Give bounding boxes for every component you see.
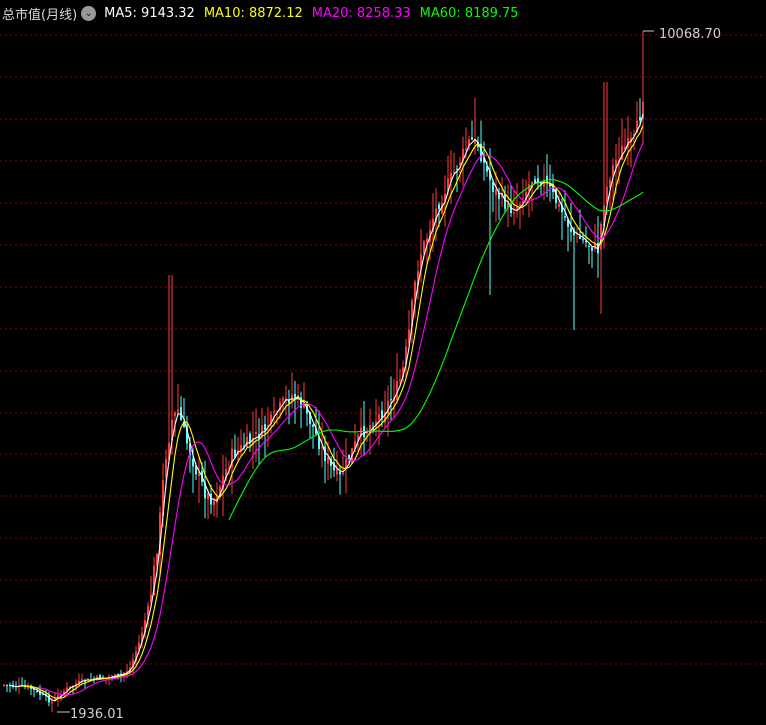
indicator-title: 总市值(月线) (2, 7, 78, 23)
candles[interactable] (3, 31, 644, 712)
up-candle-body (51, 701, 53, 704)
down-candle-body (438, 204, 440, 210)
up-candle-body (174, 412, 176, 416)
down-candle-body (192, 459, 194, 467)
moving-average-lines (9, 114, 644, 702)
up-candle-body (291, 394, 293, 402)
ma5-legend: MA5: 9143.32 (104, 5, 195, 21)
up-candle-body (213, 500, 215, 506)
up-candle-body (282, 398, 284, 401)
ma10-line (19, 125, 644, 699)
chevron-down-circle-icon[interactable]: ⌄ (81, 5, 97, 21)
down-candle-body (582, 239, 584, 241)
up-candle-body (342, 473, 344, 474)
indicator-legend: 总市值(月线) ⌄ MA5: 9143.32 MA10: 8872.12 MA2… (2, 3, 528, 23)
up-candle-body (399, 379, 401, 381)
up-candle-body (378, 414, 380, 420)
down-candle-body (312, 424, 314, 427)
down-candle-body (570, 228, 572, 232)
up-candle-body (321, 447, 323, 449)
up-candle-body (273, 410, 275, 413)
up-candle-body (177, 409, 179, 414)
up-candle-body (327, 457, 329, 464)
up-candle-body (495, 189, 497, 196)
down-candle-body (639, 116, 641, 121)
candlestick-chart[interactable]: 10068.70 1936.01 (0, 0, 766, 725)
ma20-legend: MA20: 8258.33 (311, 5, 411, 21)
down-candle-body (36, 691, 38, 692)
down-candle-body (264, 424, 266, 431)
up-candle-body (513, 212, 515, 214)
down-candle-body (579, 236, 581, 239)
down-candle-body (588, 245, 590, 247)
up-candle-body (246, 437, 248, 448)
down-candle-body (591, 247, 593, 251)
ma10-legend: MA10: 8872.12 (203, 5, 303, 21)
down-candle-body (6, 685, 8, 686)
down-candle-body (504, 193, 506, 209)
kline-chart-panel[interactable]: 总市值(月线) ⌄ MA5: 9143.32 MA10: 8872.12 MA2… (0, 0, 766, 725)
min-value-label: 1936.01 (70, 707, 124, 722)
up-candle-body (558, 203, 560, 207)
down-candle-body (339, 471, 341, 475)
up-candle-body (465, 148, 467, 150)
down-candle-body (564, 216, 566, 218)
max-value-label: 10068.70 (659, 27, 721, 42)
down-candle-body (534, 179, 536, 183)
ma20-line (36, 142, 644, 696)
up-candle-body (255, 432, 257, 434)
grid-lines (0, 34, 766, 665)
down-candle-body (117, 673, 119, 675)
up-candle-body (3, 685, 5, 686)
ma60-legend: MA60: 8189.75 (419, 5, 519, 21)
price-annotations: 10068.70 1936.01 (57, 27, 721, 722)
up-candle-body (81, 679, 83, 681)
down-candle-body (471, 137, 473, 140)
down-candle-body (537, 178, 539, 182)
down-candle-body (390, 399, 392, 401)
ma5-line (9, 114, 644, 702)
